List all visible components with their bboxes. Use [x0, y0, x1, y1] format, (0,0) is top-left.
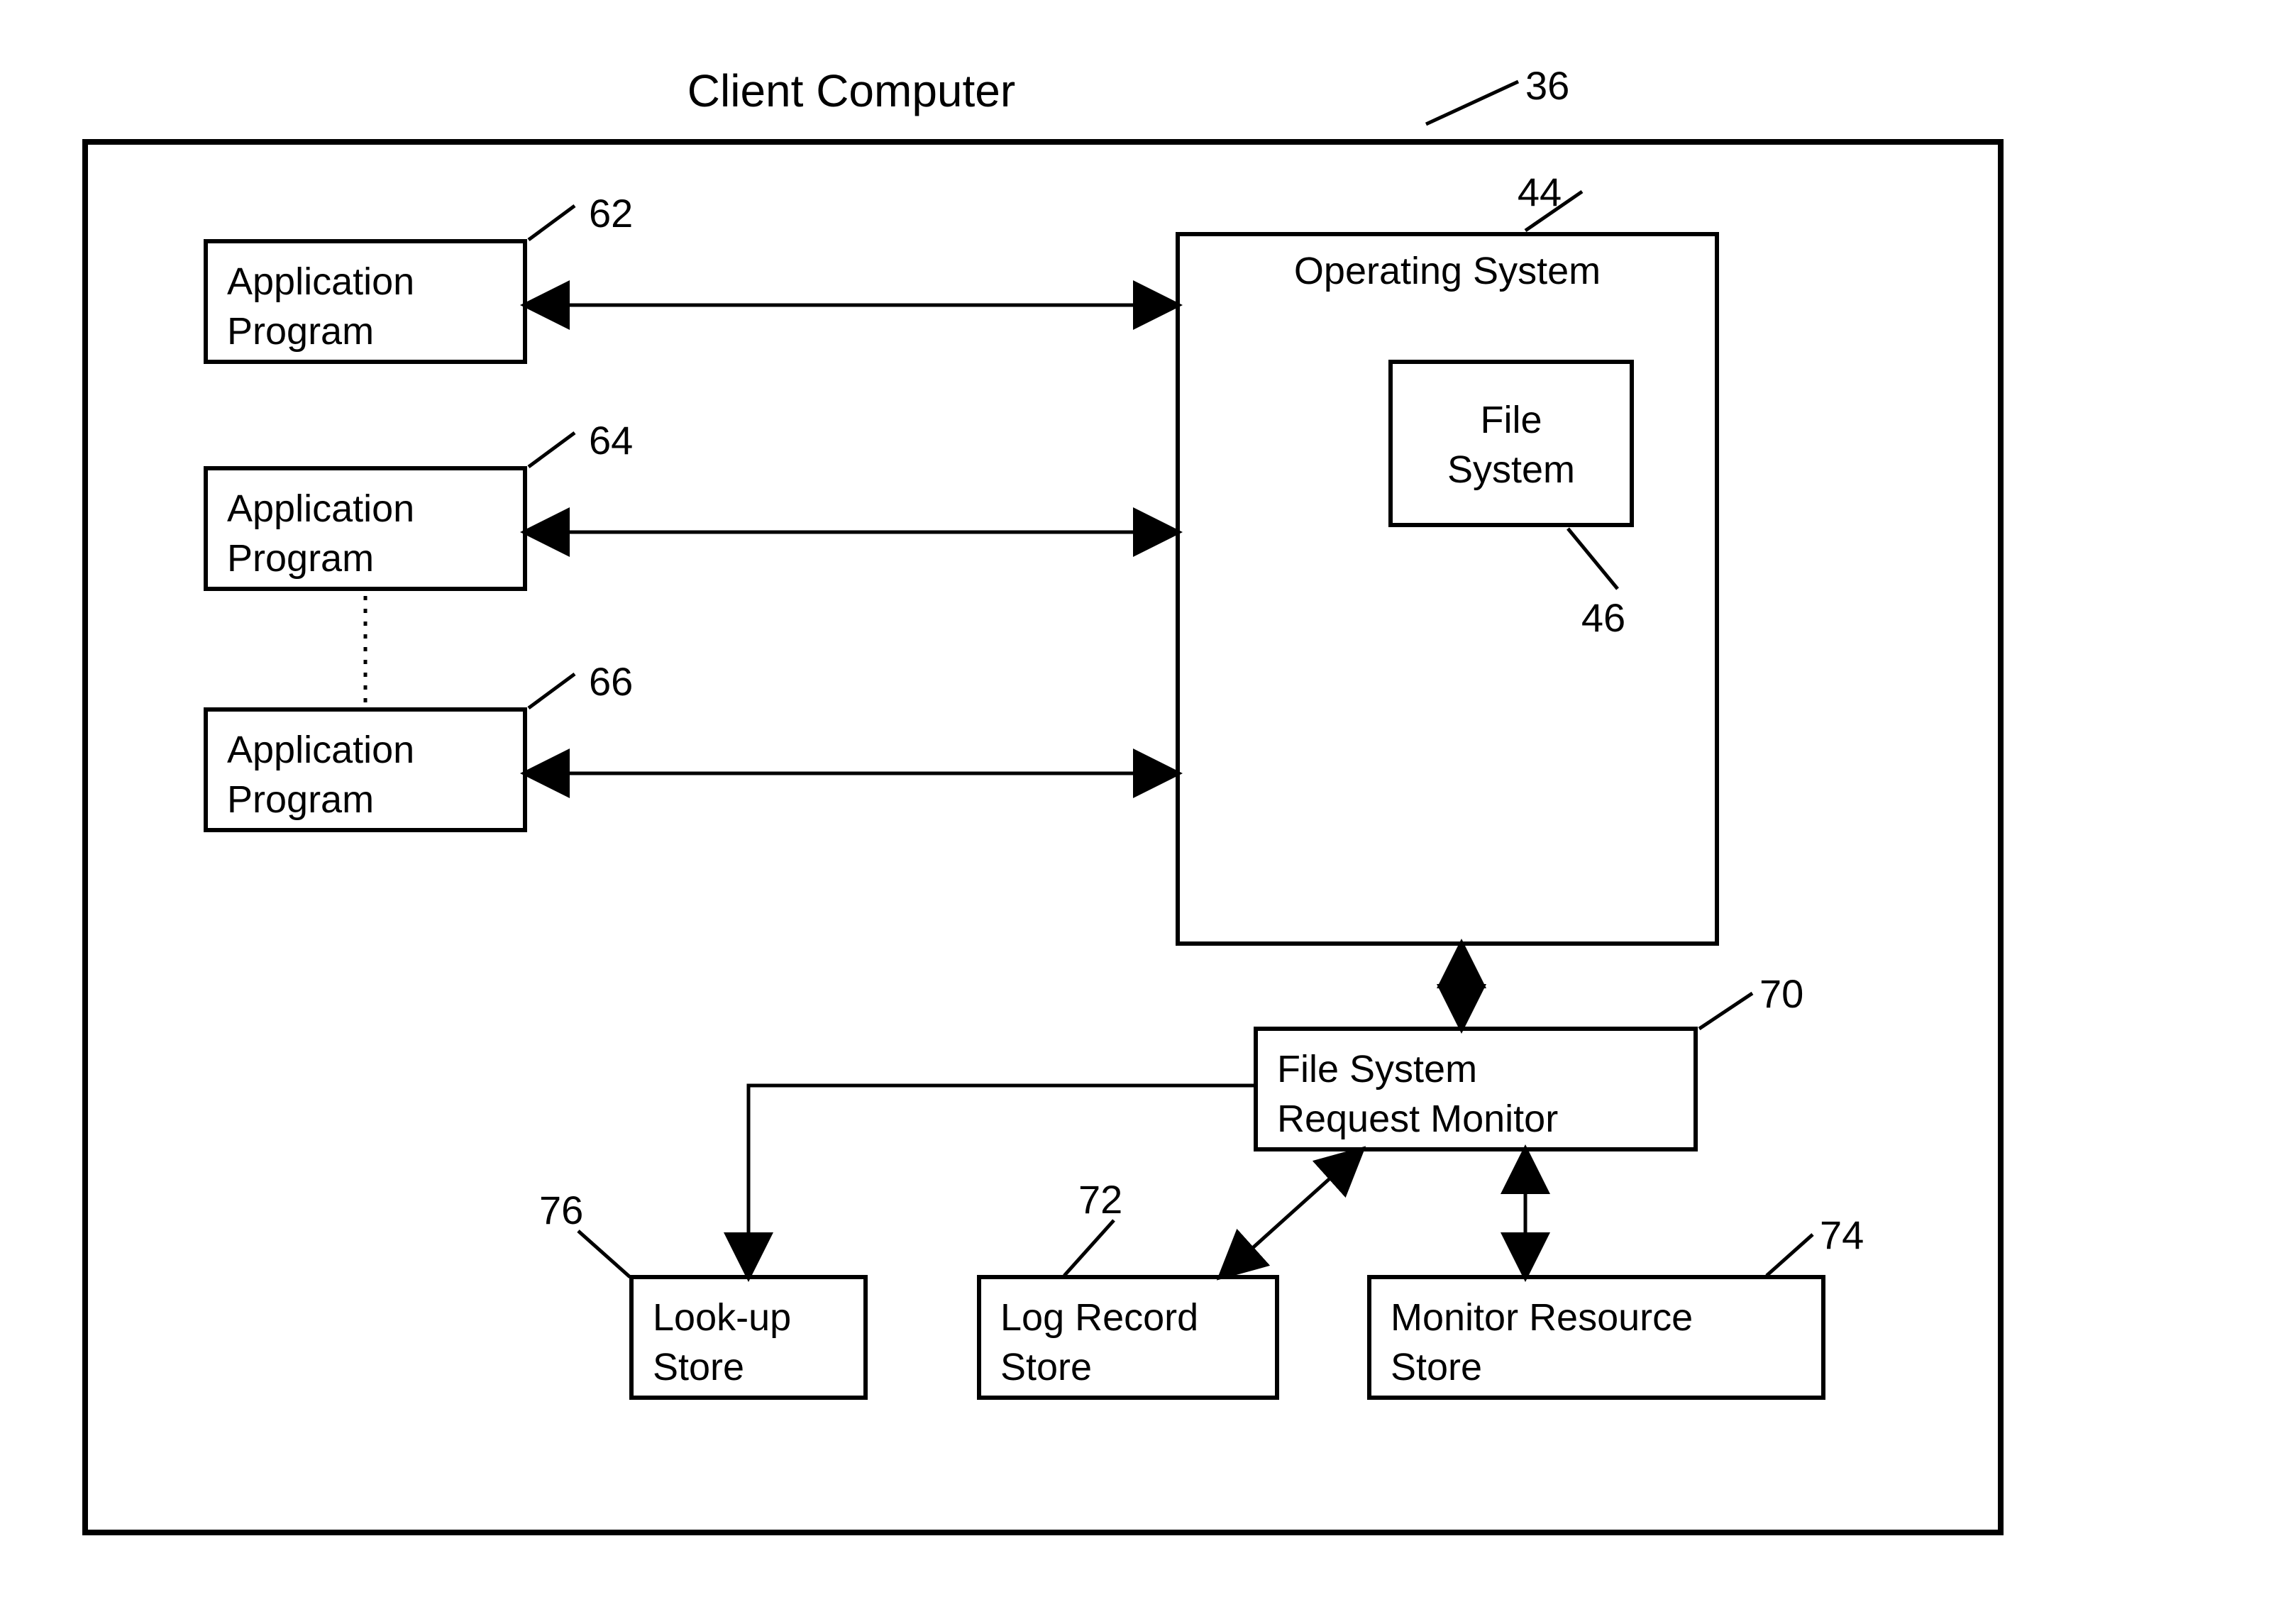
arrow-monitor-log: [1220, 1149, 1362, 1277]
ref-66: 66: [589, 659, 633, 704]
lookup-l2: Store: [653, 1346, 744, 1388]
log-l2: Store: [1000, 1346, 1092, 1388]
leader-36: [1426, 82, 1518, 124]
ref-72: 72: [1078, 1177, 1122, 1222]
leader-64: [529, 433, 575, 467]
app2-l2: Program: [227, 537, 374, 580]
leader-74: [1767, 1234, 1813, 1276]
ref-70: 70: [1759, 971, 1803, 1016]
app1-l2: Program: [227, 310, 374, 353]
leader-62: [529, 206, 575, 240]
app1-l1: Application: [227, 260, 414, 303]
arrow-monitor-lookup: [748, 1086, 1256, 1277]
ref-76: 76: [539, 1188, 583, 1232]
diagram: Client Computer 36 Operating System 44 F…: [0, 0, 2293, 1624]
ref-74: 74: [1820, 1213, 1864, 1257]
ref-62: 62: [589, 191, 633, 236]
monitor-l2: Request Monitor: [1277, 1098, 1558, 1140]
operating-system-label: Operating System: [1294, 250, 1601, 292]
log-l1: Log Record: [1000, 1296, 1198, 1339]
ref-36: 36: [1525, 63, 1569, 108]
app3-l1: Application: [227, 729, 414, 771]
resource-l1: Monitor Resource: [1391, 1296, 1693, 1339]
leader-72: [1064, 1220, 1114, 1276]
monitor-l1: File System: [1277, 1048, 1477, 1090]
diagram-title: Client Computer: [687, 65, 1015, 116]
file-system-label-1: File: [1480, 399, 1542, 441]
app3-l2: Program: [227, 778, 374, 821]
ref-64: 64: [589, 418, 633, 463]
leader-70: [1699, 993, 1752, 1029]
file-system-box: [1391, 362, 1632, 525]
ref-44: 44: [1518, 170, 1562, 214]
operating-system-box: [1178, 234, 1717, 944]
leader-76: [578, 1231, 630, 1277]
resource-l2: Store: [1391, 1346, 1482, 1388]
ref-46: 46: [1581, 595, 1625, 640]
lookup-l1: Look-up: [653, 1296, 791, 1339]
app2-l1: Application: [227, 487, 414, 530]
file-system-label-2: System: [1447, 448, 1575, 491]
leader-66: [529, 674, 575, 708]
